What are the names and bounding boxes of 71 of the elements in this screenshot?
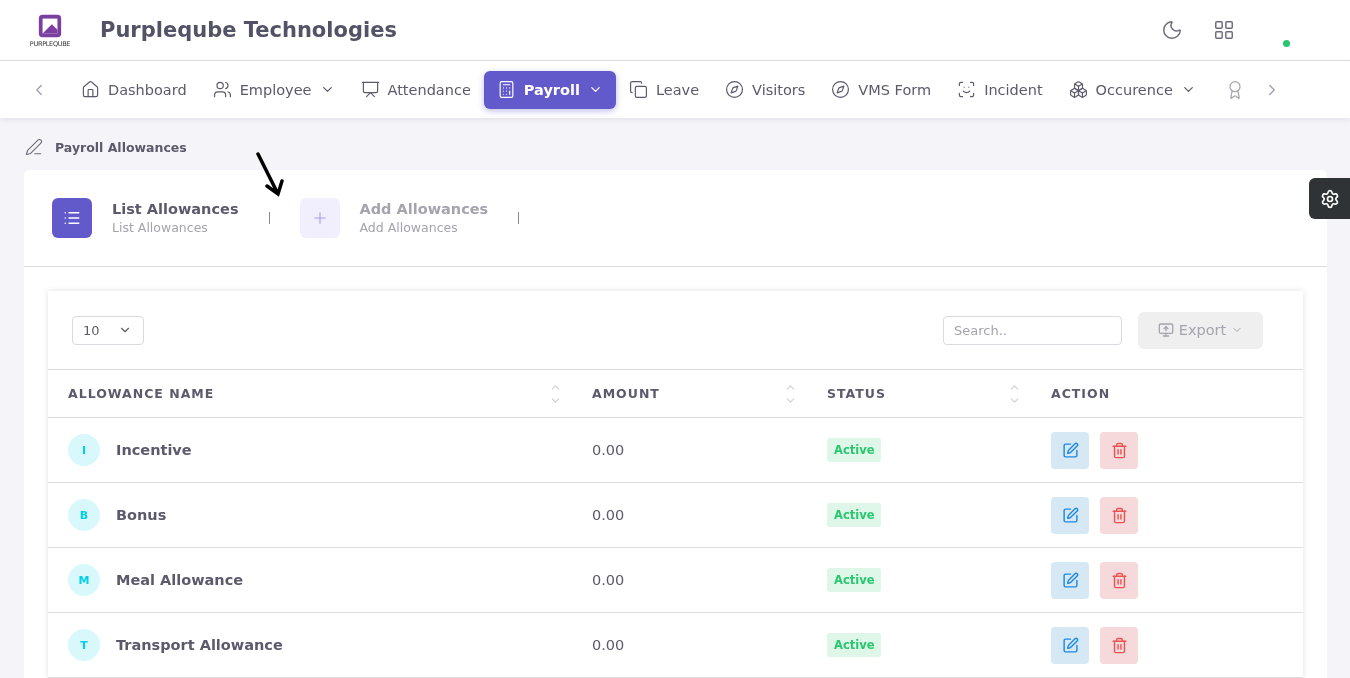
trash-icon bbox=[1110, 571, 1128, 589]
trash-icon bbox=[1110, 441, 1128, 459]
dark-mode-icon[interactable] bbox=[1161, 19, 1183, 41]
settings-button[interactable] bbox=[1309, 178, 1350, 219]
step-title: Add Allowances bbox=[359, 201, 489, 217]
edit-icon bbox=[1061, 441, 1079, 459]
edit-icon bbox=[1061, 636, 1079, 654]
step-subtitle: Add Allowances bbox=[359, 220, 459, 235]
nav-tab[interactable]: Incident bbox=[944, 70, 1056, 109]
allowance-name: Meal Allowance bbox=[116, 572, 244, 588]
nav-tab[interactable]: Visitors bbox=[712, 70, 819, 109]
house-icon bbox=[81, 80, 100, 99]
avatar-initial: M bbox=[68, 564, 100, 596]
status-badge: Active bbox=[827, 438, 882, 462]
edit-icon bbox=[1061, 571, 1079, 589]
column-header: ALLOWANCE NAME bbox=[68, 386, 215, 401]
edit-button[interactable] bbox=[1051, 431, 1089, 469]
delete-button[interactable] bbox=[1100, 496, 1138, 534]
presentation-icon bbox=[360, 80, 380, 99]
edit-button[interactable] bbox=[1051, 626, 1089, 664]
status-badge: Active bbox=[827, 633, 882, 657]
amount-cell: 0.00 bbox=[592, 637, 625, 653]
nav-tab[interactable]: Dashboard bbox=[68, 70, 200, 109]
edit-icon bbox=[1061, 506, 1079, 524]
edit-button[interactable] bbox=[1051, 496, 1089, 534]
allowance-name: Bonus bbox=[116, 507, 167, 523]
column-header: STATUS bbox=[827, 386, 886, 401]
allowance-name: Transport Allowance bbox=[116, 637, 283, 653]
pencil-icon bbox=[25, 138, 43, 156]
edit-button[interactable] bbox=[1051, 561, 1089, 599]
compass-icon bbox=[831, 80, 851, 99]
column-header: AMOUNT bbox=[592, 386, 660, 401]
company-name: Purpleqube Technologies bbox=[100, 18, 398, 42]
status-badge: Active bbox=[827, 568, 882, 592]
settings-icon bbox=[1319, 188, 1340, 209]
monitor-icon bbox=[1157, 322, 1174, 338]
users-icon bbox=[212, 80, 232, 99]
apps-grid-icon[interactable] bbox=[1213, 19, 1235, 41]
scan-icon bbox=[957, 80, 977, 99]
delete-button[interactable] bbox=[1100, 626, 1138, 664]
compass-icon bbox=[725, 80, 745, 99]
amount-cell: 0.00 bbox=[592, 442, 625, 458]
column-header: ACTION bbox=[1051, 386, 1111, 401]
nav-tab[interactable]: Occurence bbox=[1055, 70, 1209, 109]
boxes-icon bbox=[1068, 80, 1088, 99]
delete-button[interactable] bbox=[1100, 431, 1138, 469]
step-subtitle: List Allowances bbox=[112, 220, 209, 235]
amount-cell: 0.00 bbox=[592, 507, 625, 523]
delete-button[interactable] bbox=[1100, 561, 1138, 599]
amount-cell: 0.00 bbox=[592, 572, 625, 588]
step-title: List Allowances bbox=[112, 201, 239, 217]
step-button[interactable] bbox=[52, 198, 92, 238]
nav-tab[interactable]: Leave bbox=[615, 70, 713, 109]
nav-tab[interactable]: Payroll bbox=[483, 70, 616, 109]
nav-tab[interactable]: VMS Form bbox=[818, 70, 945, 109]
status-badge: Active bbox=[827, 503, 882, 527]
trash-icon bbox=[1110, 506, 1128, 524]
page-size-select[interactable]: 10 bbox=[72, 315, 144, 345]
avatar-initial: I bbox=[68, 434, 100, 466]
avatar-initial: T bbox=[68, 629, 100, 661]
breadcrumb-text: Payroll Allowances bbox=[55, 139, 187, 155]
copy-icon bbox=[628, 80, 648, 99]
nav-tab[interactable]: Attendance bbox=[347, 70, 484, 109]
logo-icon bbox=[37, 12, 63, 39]
arrow-icon bbox=[255, 152, 287, 198]
allowance-name: Incentive bbox=[116, 442, 192, 458]
list-icon bbox=[63, 209, 81, 227]
nav-tab[interactable]: Employee bbox=[199, 70, 348, 109]
search-field[interactable]: Search.. bbox=[943, 315, 1122, 345]
trash-icon bbox=[1110, 636, 1128, 654]
avatar-initial: B bbox=[68, 499, 100, 531]
